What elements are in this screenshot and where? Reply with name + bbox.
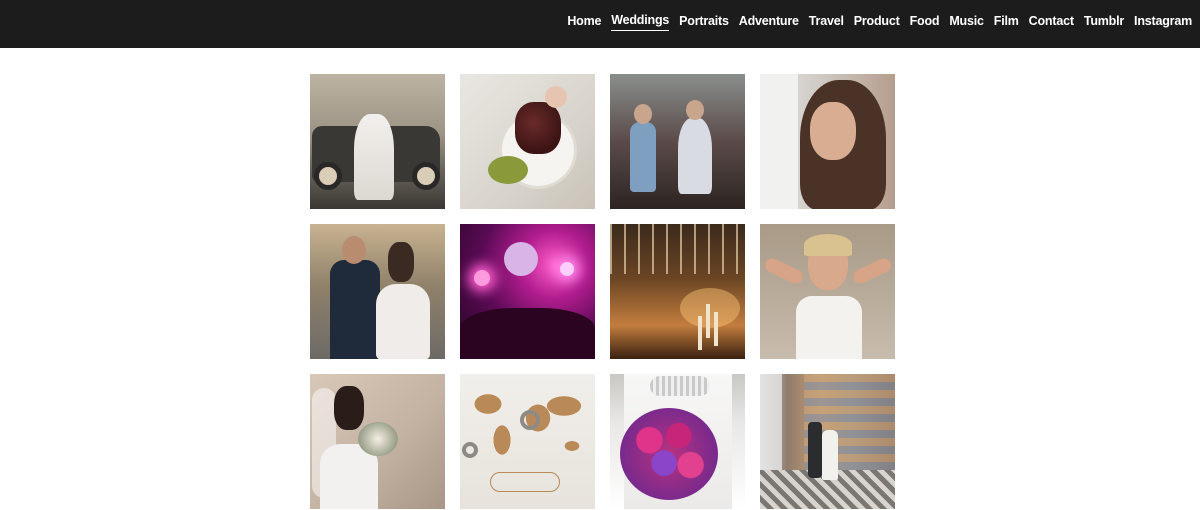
bride-shape (822, 430, 838, 480)
nav-portraits[interactable]: Portraits (679, 14, 729, 31)
dress-shape (376, 284, 430, 359)
face-shape (810, 102, 856, 160)
candle-shape (714, 312, 718, 346)
crowd-shape (460, 308, 595, 359)
nav-music[interactable]: Music (949, 14, 984, 31)
candle-shape (698, 316, 702, 350)
hair-shape (388, 242, 414, 282)
rose-shape (545, 86, 567, 108)
gallery-thumbnail-children[interactable] (610, 74, 745, 209)
wheel-shape (314, 162, 342, 190)
dress-shape (796, 296, 862, 359)
hair-shape (334, 386, 364, 430)
bouquet-shape (358, 422, 398, 456)
shirt-shape (760, 74, 798, 209)
candle-shape (706, 304, 710, 338)
gallery-thumbnail-rings-map[interactable] (460, 374, 595, 509)
nav-adventure[interactable]: Adventure (739, 14, 799, 31)
gallery-thumbnail-dance-party[interactable] (460, 224, 595, 359)
string-lights-shape (610, 224, 745, 274)
gallery-thumbnail-candlelit-toast[interactable] (610, 224, 745, 359)
groom-shape (808, 422, 822, 478)
head-shape (686, 100, 704, 120)
beadwork-shape (650, 376, 710, 396)
nav-tumblr[interactable]: Tumblr (1084, 14, 1124, 31)
gallery-thumbnail-couple-portrait[interactable] (310, 224, 445, 359)
ring-shape (520, 410, 540, 430)
dress-shape (354, 114, 394, 200)
nav-food[interactable]: Food (910, 14, 940, 31)
arm-shape (850, 256, 894, 286)
candle-glow-shape (680, 288, 740, 328)
head-shape (634, 104, 652, 124)
gallery-thumbnail-laughing-bride[interactable] (760, 224, 895, 359)
nav-product[interactable]: Product (854, 14, 900, 31)
cake-shape (515, 102, 561, 154)
child-shape (630, 122, 656, 192)
nav-home[interactable]: Home (567, 14, 601, 31)
main-nav: Home Weddings Portraits Adventure Travel… (567, 13, 1192, 31)
nav-travel[interactable]: Travel (809, 14, 844, 31)
stage-light-shape (474, 270, 490, 286)
suit-shape (330, 260, 380, 359)
gallery-thumbnail-palace-couple[interactable] (760, 374, 895, 509)
card-shape (490, 472, 560, 492)
arch-shape (760, 374, 782, 474)
head-shape (342, 236, 366, 264)
nav-film[interactable]: Film (994, 14, 1019, 31)
nav-contact[interactable]: Contact (1029, 14, 1074, 31)
wheel-shape (412, 162, 440, 190)
disco-ball-shape (504, 242, 538, 276)
gallery-thumbnail-bride-closeup[interactable] (760, 74, 895, 209)
hair-shape (804, 234, 852, 256)
gallery-thumbnail-bride-bouquet[interactable] (310, 374, 445, 509)
stage-light-shape (560, 262, 574, 276)
top-navigation-bar: Home Weddings Portraits Adventure Travel… (0, 0, 1200, 48)
nav-instagram[interactable]: Instagram (1134, 14, 1192, 31)
arm-shape (762, 256, 806, 286)
gallery-thumbnail-wedding-cake[interactable] (460, 74, 595, 209)
photo-gallery-grid (310, 74, 895, 509)
nav-weddings[interactable]: Weddings (611, 13, 669, 31)
gallery-thumbnail-flower-bouquet[interactable] (610, 374, 745, 509)
ring-shape (462, 442, 478, 458)
child-shape (678, 118, 712, 194)
herb-shape (488, 156, 528, 184)
gallery-thumbnail-vintage-car-couple[interactable] (310, 74, 445, 209)
bouquet-shape (620, 408, 718, 500)
